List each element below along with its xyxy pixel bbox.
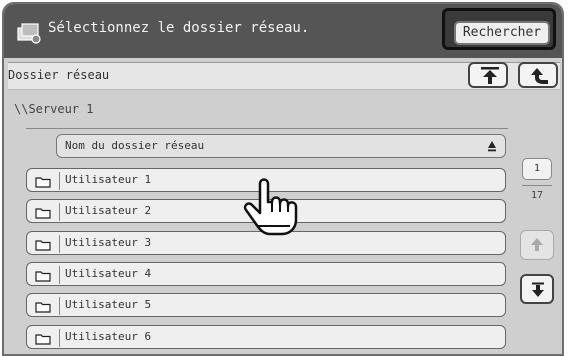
server-path: \\Serveur 1 xyxy=(14,102,94,116)
column-header-label: Nom du dossier réseau xyxy=(65,139,205,152)
folder-network-icon xyxy=(16,22,42,44)
path-label: Dossier réseau xyxy=(8,68,110,82)
row-separator xyxy=(59,297,60,315)
page-title: Sélectionnez le dossier réseau. xyxy=(48,20,310,36)
column-header-sort[interactable]: Nom du dossier réseau xyxy=(56,134,506,158)
folder-icon xyxy=(35,334,51,345)
go-up-button[interactable] xyxy=(518,62,558,88)
page-divider xyxy=(522,185,552,186)
hand-pointer-icon xyxy=(238,176,304,238)
folder-row[interactable]: Utilisateur 6 xyxy=(26,325,506,349)
row-separator xyxy=(59,235,60,253)
sort-ascending-icon xyxy=(488,141,496,152)
folder-label: Utilisateur 6 xyxy=(65,330,152,343)
folder-row[interactable]: Utilisateur 4 xyxy=(26,262,506,286)
row-separator xyxy=(59,203,60,221)
search-button[interactable]: Rechercher xyxy=(454,21,550,45)
folder-row[interactable]: Utilisateur 5 xyxy=(26,293,506,317)
folder-label: Utilisateur 5 xyxy=(65,298,152,311)
folder-icon xyxy=(35,302,51,313)
go-to-top-button[interactable] xyxy=(468,62,508,88)
go-to-top-icon xyxy=(481,67,499,84)
page-total: 17 xyxy=(530,190,544,201)
row-separator xyxy=(59,329,60,347)
folder-icon xyxy=(35,240,51,251)
row-separator xyxy=(59,266,60,284)
page-number-box[interactable]: 1 xyxy=(522,158,552,180)
go-up-icon xyxy=(531,68,548,84)
divider xyxy=(26,128,508,129)
folder-label: Utilisateur 4 xyxy=(65,267,152,280)
folder-icon xyxy=(35,271,51,282)
arrow-down-icon xyxy=(532,282,544,297)
folder-label: Utilisateur 3 xyxy=(65,236,152,249)
scroll-up-button[interactable] xyxy=(520,230,554,260)
scroll-down-button[interactable] xyxy=(520,274,554,304)
folder-label: Utilisateur 1 xyxy=(65,173,152,186)
folder-label: Utilisateur 2 xyxy=(65,204,152,217)
folder-icon xyxy=(35,177,51,188)
arrow-up-icon xyxy=(531,238,543,251)
row-separator xyxy=(59,172,60,190)
folder-icon xyxy=(35,208,51,219)
